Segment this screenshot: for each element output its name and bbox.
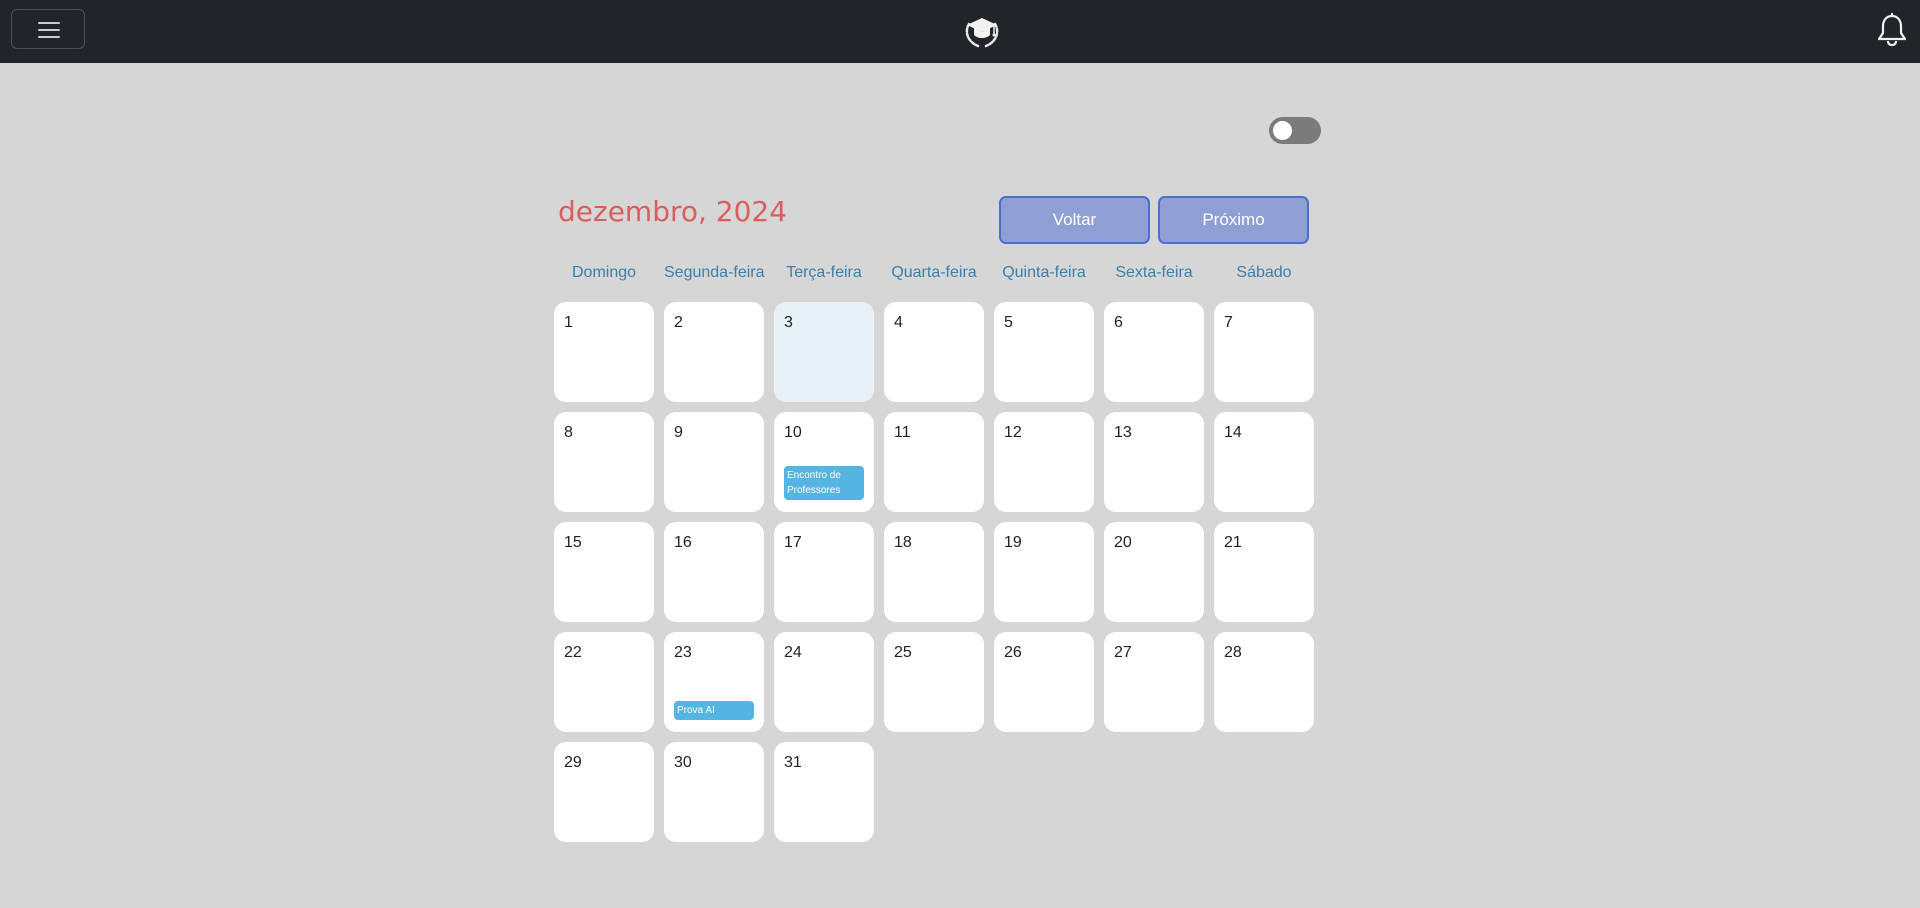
day-number: 30 (674, 754, 692, 771)
calendar-day-cell[interactable]: 22 (554, 632, 654, 732)
calendar-day-cell[interactable]: 25 (884, 632, 984, 732)
calendar-day-cell[interactable]: 9 (664, 412, 764, 512)
day-number: 31 (784, 754, 802, 771)
calendar-day-cell[interactable]: 8 (554, 412, 654, 512)
calendar-day-cell[interactable]: 11 (884, 412, 984, 512)
calendar-day-cell[interactable]: 28 (1214, 632, 1314, 732)
day-number: 9 (674, 424, 683, 441)
calendar-day-cell[interactable]: 30 (664, 742, 764, 842)
calendar-day-cell[interactable]: 20 (1104, 522, 1204, 622)
hamburger-menu-icon-bar (38, 36, 60, 38)
next-month-button[interactable]: Próximo (1158, 196, 1309, 244)
notification-bell-icon[interactable] (1876, 13, 1908, 47)
weekday-header-wednesday: Quarta-feira (891, 264, 977, 281)
day-number: 11 (894, 424, 911, 441)
calendar-day-cell[interactable]: 16 (664, 522, 764, 622)
calendar-day-cell[interactable]: 19 (994, 522, 1094, 622)
day-number: 6 (1114, 314, 1123, 331)
calendar-day-cell[interactable]: 18 (884, 522, 984, 622)
weekday-header-tuesday: Terça-feira (786, 264, 862, 281)
hamburger-menu-icon-bar (38, 29, 60, 31)
day-number: 10 (784, 424, 802, 441)
day-number: 5 (1004, 314, 1013, 331)
top-navbar (0, 0, 1920, 63)
calendar-day-cell[interactable]: 14 (1214, 412, 1314, 512)
calendar-day-cell[interactable]: 27 (1104, 632, 1204, 732)
weekday-header-thursday: Quinta-feira (1002, 264, 1086, 281)
calendar-day-cell[interactable]: 10 Encontro de Professores (774, 412, 874, 512)
calendar-day-cell[interactable]: 21 (1214, 522, 1314, 622)
day-number: 3 (784, 314, 793, 331)
previous-month-button[interactable]: Voltar (999, 196, 1150, 244)
calendar-day-cell[interactable]: 12 (994, 412, 1094, 512)
calendar-day-cell[interactable]: 23 Prova AI (664, 632, 764, 732)
weekday-header-monday: Segunda-feira (664, 264, 765, 281)
day-number: 18 (894, 534, 912, 551)
day-number: 23 (674, 644, 692, 661)
day-number: 4 (894, 314, 903, 331)
day-number: 16 (674, 534, 692, 551)
theme-toggle-switch[interactable] (1269, 117, 1321, 144)
day-number: 29 (564, 754, 582, 771)
day-number: 17 (784, 534, 802, 551)
day-number: 1 (564, 314, 573, 331)
calendar-day-cell-today[interactable]: 3 (774, 302, 874, 402)
day-number: 14 (1224, 424, 1242, 441)
calendar-event[interactable]: Encontro de Professores (784, 466, 864, 500)
calendar-day-cell[interactable]: 26 (994, 632, 1094, 732)
weekday-header-sunday: Domingo (571, 264, 637, 281)
day-number: 22 (564, 644, 582, 661)
day-number: 15 (564, 534, 582, 551)
calendar-day-cell[interactable]: 31 (774, 742, 874, 842)
calendar-day-cell[interactable]: 1 (554, 302, 654, 402)
hamburger-menu-button[interactable] (11, 9, 85, 49)
calendar-day-cell[interactable]: 17 (774, 522, 874, 622)
calendar-day-cell[interactable]: 13 (1104, 412, 1204, 512)
day-number: 8 (564, 424, 573, 441)
calendar-month-title: dezembro, 2024 (558, 195, 788, 228)
calendar-day-cell[interactable]: 7 (1214, 302, 1314, 402)
day-number: 2 (674, 314, 683, 331)
calendar-day-cell[interactable]: 24 (774, 632, 874, 732)
calendar-day-cell[interactable]: 4 (884, 302, 984, 402)
day-number: 7 (1224, 314, 1233, 331)
day-number: 24 (784, 644, 802, 661)
day-number: 13 (1114, 424, 1132, 441)
calendar-day-cell[interactable]: 29 (554, 742, 654, 842)
weekday-header-friday: Sexta-feira (1115, 264, 1193, 281)
toggle-knob (1273, 121, 1292, 140)
day-number: 21 (1224, 534, 1242, 551)
calendar-day-cell[interactable]: 15 (554, 522, 654, 622)
hamburger-menu-icon (38, 22, 60, 24)
graduation-cap-logo-icon (965, 18, 999, 48)
day-number: 19 (1004, 534, 1022, 551)
calendar-day-cell[interactable]: 2 (664, 302, 764, 402)
day-number: 27 (1114, 644, 1132, 661)
calendar-day-cell[interactable]: 5 (994, 302, 1094, 402)
weekday-header-saturday: Sábado (1236, 264, 1292, 281)
day-number: 20 (1114, 534, 1132, 551)
day-number: 25 (894, 644, 912, 661)
day-number: 28 (1224, 644, 1242, 661)
calendar-event[interactable]: Prova AI (674, 701, 754, 720)
day-number: 12 (1004, 424, 1022, 441)
calendar-day-cell[interactable]: 6 (1104, 302, 1204, 402)
day-number: 26 (1004, 644, 1022, 661)
